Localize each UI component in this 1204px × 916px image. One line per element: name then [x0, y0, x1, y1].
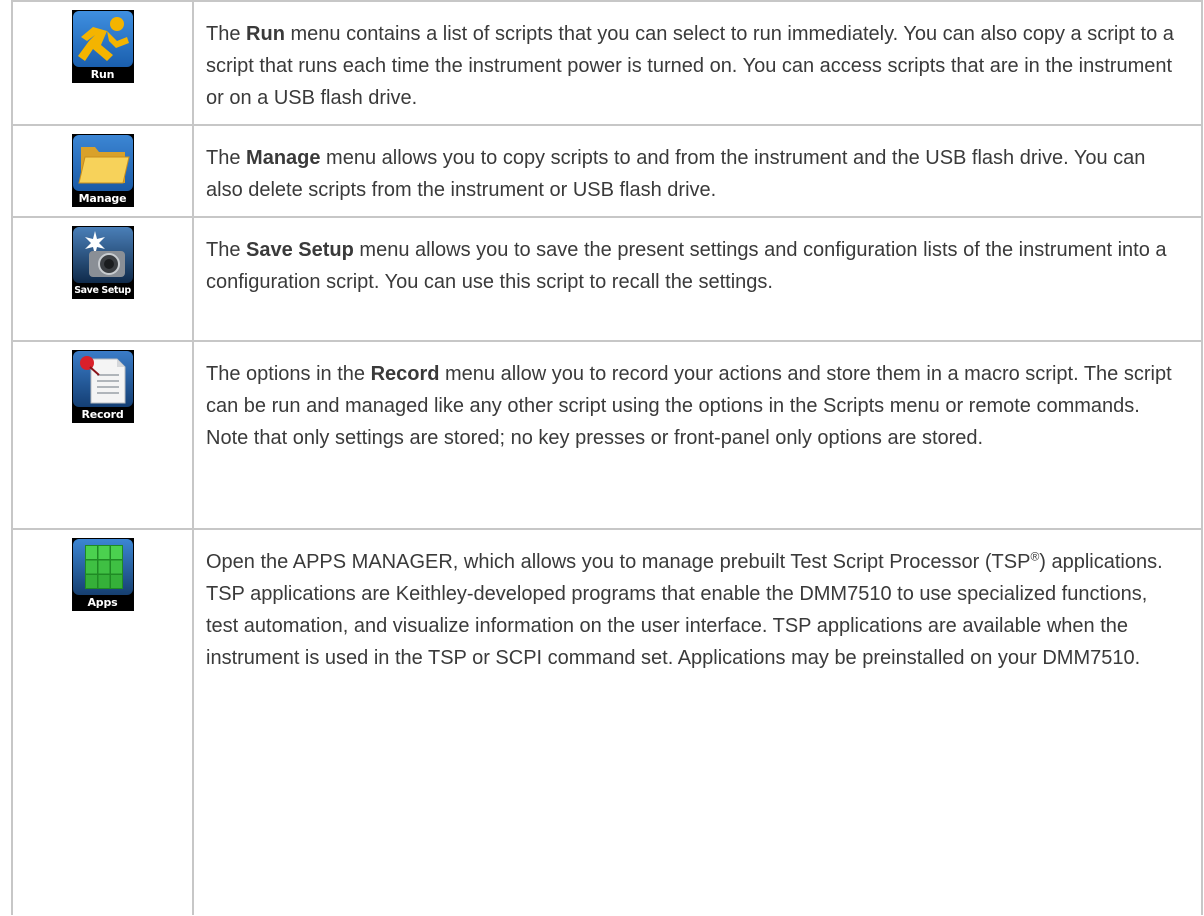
description-record: The options in the Record menu allow you… — [192, 341, 1203, 530]
manage-icon-label: Manage — [78, 192, 127, 205]
run-icon-label: Run — [90, 68, 115, 81]
icon-cell-record: Record — [11, 341, 194, 530]
table-row-manage: Manage The Manage menu allows you to cop… — [11, 125, 1203, 218]
record-document-icon — [72, 351, 133, 407]
table-row-run: Run The Run menu contains a list of scri… — [11, 0, 1203, 126]
registered-mark: ® — [1030, 549, 1040, 564]
menu-name-save-setup: Save Setup — [246, 239, 354, 261]
page: { "rows": [ { "icon": "run-icon", "icon_… — [0, 0, 1204, 916]
icon-cell-run: Run — [11, 0, 194, 126]
record-button[interactable]: Record — [71, 350, 134, 423]
save-setup-button[interactable]: Save Setup — [71, 226, 134, 299]
folder-icon — [72, 135, 133, 191]
description-apps: Open the APPS MANAGER, which allows you … — [192, 529, 1203, 915]
menu-name-record: Record — [370, 363, 440, 385]
save-setup-icon-label: Save Setup — [74, 285, 131, 296]
description-run: The Run menu contains a list of scripts … — [192, 0, 1203, 126]
record-icon-label: Record — [81, 408, 124, 421]
description-manage: The Manage menu allows you to copy scrip… — [192, 125, 1203, 218]
icon-cell-apps: Apps — [11, 529, 194, 915]
description-save-setup: The Save Setup menu allows you to save t… — [192, 217, 1203, 342]
icon-cell-manage: Manage — [11, 125, 194, 218]
manage-button[interactable]: Manage — [71, 134, 134, 207]
apps-cube-icon — [72, 539, 133, 595]
apps-button[interactable]: Apps — [71, 538, 134, 611]
table-row-save-setup: Save Setup The Save Setup menu allows yo… — [11, 217, 1203, 342]
scripts-menu-table: Run The Run menu contains a list of scri… — [11, 0, 1203, 915]
table-row-record: Record The options in the Record menu al… — [11, 341, 1203, 530]
run-button[interactable]: Run — [71, 10, 134, 83]
menu-name-run: Run — [246, 23, 285, 45]
apps-icon-label: Apps — [87, 596, 118, 609]
camera-icon — [72, 227, 133, 283]
table-row-apps: Apps Open the APPS MANAGER, which allows… — [11, 529, 1203, 915]
menu-name-manage: Manage — [246, 147, 321, 169]
run-icon — [72, 11, 133, 67]
icon-cell-save-setup: Save Setup — [11, 217, 194, 342]
